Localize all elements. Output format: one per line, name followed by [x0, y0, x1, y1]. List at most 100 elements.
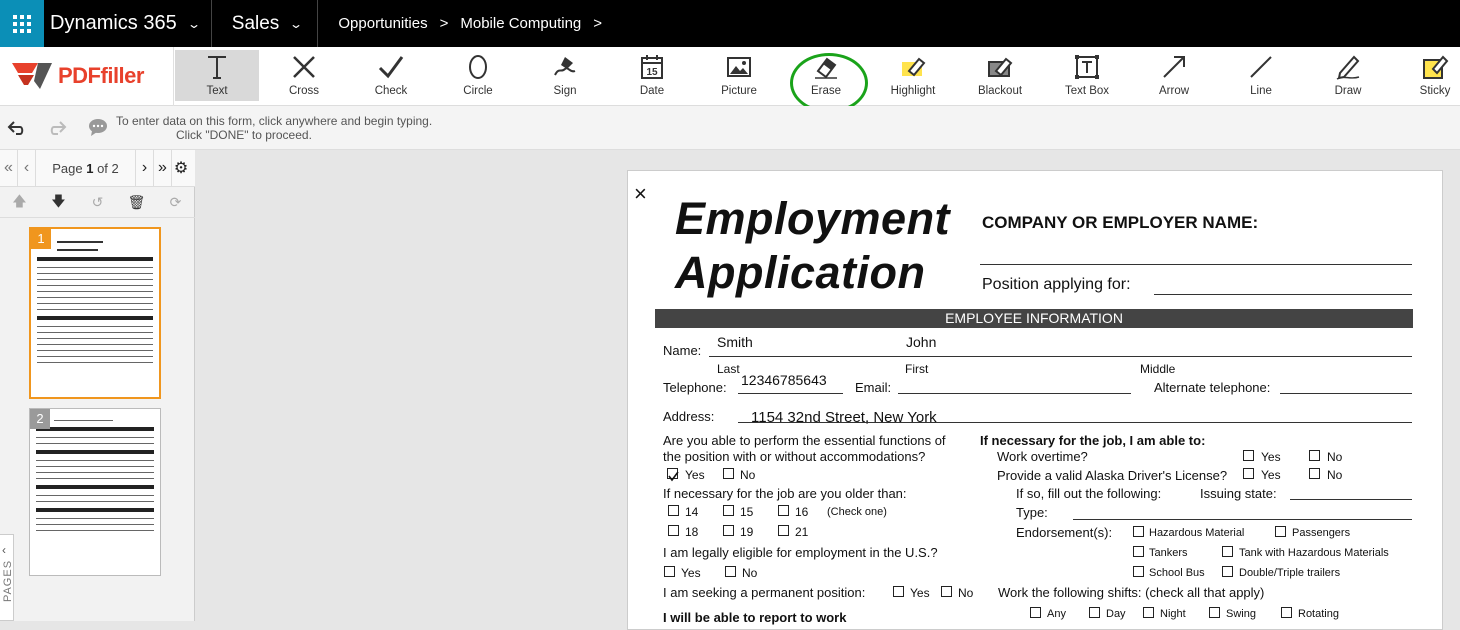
endorsement-passengers-checkbox[interactable] — [1275, 526, 1286, 537]
app-launcher-button[interactable] — [0, 0, 44, 47]
page-thumbnail-2[interactable]: 2 — [29, 408, 161, 576]
thumbnail-preview — [36, 415, 154, 569]
eligible-yes-checkbox[interactable] — [664, 566, 675, 577]
page-of: of — [97, 160, 108, 176]
age-19-checkbox[interactable] — [723, 525, 734, 536]
last-name-value[interactable]: Smith — [717, 334, 753, 350]
page-thumbnails-panel: « ‹ Page 1 of 2 › » ⚙ 🡅 🡇 ↺ 🗑 ⟳ 1 2 — [0, 149, 195, 621]
app-title-menu[interactable]: Dynamics 365 ⌄ — [44, 0, 211, 47]
position-field-line[interactable] — [1154, 294, 1412, 295]
license-no-checkbox[interactable] — [1309, 468, 1320, 479]
app-title: Dynamics 365 — [50, 12, 177, 34]
pdf-document-page[interactable]: × Employment Application COMPANY OR EMPL… — [627, 170, 1443, 630]
redo-icon[interactable] — [48, 118, 68, 138]
breadcrumb-record[interactable]: Mobile Computing — [460, 15, 581, 32]
age-14-label: 14 — [685, 505, 699, 519]
prev-page-button[interactable]: ‹ — [18, 149, 36, 187]
fill-following-label: If so, fill out the following: — [1016, 486, 1162, 501]
age-15-label: 15 — [740, 505, 754, 519]
tool-label: Sign — [553, 85, 577, 97]
first-name-value[interactable]: John — [906, 334, 936, 350]
close-icon[interactable]: × — [634, 181, 647, 207]
tool-label: Cross — [288, 85, 320, 97]
refresh-icon[interactable]: ⟳ — [156, 194, 195, 211]
erase-highlight-ring — [790, 53, 868, 113]
tool-label: Highlight — [890, 85, 936, 97]
age-18-checkbox[interactable] — [668, 525, 679, 536]
age-15-checkbox[interactable] — [723, 505, 734, 516]
move-up-icon[interactable]: 🡅 — [0, 191, 39, 215]
first-page-button[interactable]: « — [0, 149, 18, 187]
age-21-checkbox[interactable] — [778, 525, 789, 536]
tool-date[interactable]: 15 Date — [610, 50, 694, 101]
endorsement-double-triple-checkbox[interactable] — [1222, 566, 1233, 577]
issuing-state-label: Issuing state: — [1200, 486, 1277, 501]
tool-sign[interactable]: Sign — [523, 50, 607, 101]
hint-line-1: To enter data on this form, click anywhe… — [116, 114, 433, 128]
tool-check[interactable]: Check — [349, 50, 433, 101]
able-to-header: If necessary for the job, I am able to: — [980, 433, 1206, 448]
tool-textbox[interactable]: Text Box — [1045, 50, 1129, 101]
tool-blackout[interactable]: Blackout — [958, 50, 1042, 101]
email-field-line[interactable] — [898, 393, 1131, 394]
rotate-icon[interactable]: ↺ — [78, 194, 117, 211]
module-menu[interactable]: Sales ⌄ — [212, 0, 318, 47]
shift-swing-checkbox[interactable] — [1209, 607, 1220, 618]
shift-night-checkbox[interactable] — [1143, 607, 1154, 618]
permanent-no-checkbox[interactable] — [941, 586, 952, 597]
shift-any-checkbox[interactable] — [1030, 607, 1041, 618]
tool-cross[interactable]: Cross — [262, 50, 346, 101]
page-indicator[interactable]: Page 1 of 2 — [36, 149, 136, 187]
type-field-line[interactable] — [1073, 519, 1412, 520]
settings-gear-icon[interactable]: ⚙ — [172, 150, 190, 187]
tool-sticky[interactable]: Sticky — [1393, 50, 1460, 101]
next-page-button[interactable]: › — [136, 149, 154, 187]
overtime-no-checkbox[interactable] — [1309, 450, 1320, 461]
issuing-state-line[interactable] — [1290, 499, 1412, 500]
page-thumbnail-1[interactable]: 1 — [29, 227, 161, 399]
delete-icon[interactable]: 🗑 — [117, 194, 156, 211]
endorsement-school-bus-checkbox[interactable] — [1133, 566, 1144, 577]
overtime-yes-checkbox[interactable] — [1243, 450, 1254, 461]
essential-no-checkbox[interactable] — [723, 468, 734, 479]
permanent-yes-checkbox[interactable] — [893, 586, 904, 597]
chevron-right-icon[interactable]: > — [581, 15, 614, 32]
tool-label: Text Box — [1064, 85, 1110, 97]
essential-yes-checkbox[interactable] — [667, 468, 679, 482]
telephone-field-line — [738, 393, 843, 394]
shift-rotating-checkbox[interactable] — [1281, 607, 1292, 618]
shift-day-checkbox[interactable] — [1089, 607, 1100, 618]
pages-side-tab[interactable]: ‹ PAGES — [0, 534, 14, 621]
sticky-note-icon — [1423, 55, 1449, 79]
telephone-value[interactable]: 12346785643 — [741, 372, 827, 388]
toolbar-divider — [173, 47, 174, 106]
tool-line[interactable]: Line — [1219, 50, 1303, 101]
tool-text[interactable]: Text — [175, 50, 259, 101]
hint-bar: To enter data on this form, click anywhe… — [0, 106, 1460, 150]
company-field-line[interactable] — [980, 264, 1412, 265]
endorsement-hazardous-checkbox[interactable] — [1133, 526, 1144, 537]
endorsement-tank-hazmat-checkbox[interactable] — [1222, 546, 1233, 557]
age-14-checkbox[interactable] — [668, 505, 679, 516]
last-label: Last — [717, 362, 740, 376]
permanent-no-label: No — [958, 586, 974, 600]
age-16-checkbox[interactable] — [778, 505, 789, 516]
alternate-telephone-line[interactable] — [1280, 393, 1412, 394]
tool-circle[interactable]: Circle — [436, 50, 520, 101]
breadcrumb-opportunities[interactable]: Opportunities — [338, 15, 427, 32]
last-page-button[interactable]: » — [154, 149, 172, 187]
address-value[interactable]: 1154 32nd Street, New York — [751, 409, 937, 426]
chevron-down-icon: ⌄ — [289, 16, 304, 31]
tool-highlight[interactable]: Highlight — [871, 50, 955, 101]
page-navigator: « ‹ Page 1 of 2 › » ⚙ — [0, 149, 195, 187]
eligible-no-checkbox[interactable] — [725, 566, 736, 577]
age-18-label: 18 — [685, 525, 699, 539]
license-yes-checkbox[interactable] — [1243, 468, 1254, 479]
tool-draw[interactable]: Draw — [1306, 50, 1390, 101]
endorsement-tankers-checkbox[interactable] — [1133, 546, 1144, 557]
move-down-icon[interactable]: 🡇 — [39, 191, 78, 215]
page-prefix: Page — [52, 160, 83, 176]
undo-icon[interactable] — [6, 118, 26, 138]
tool-picture[interactable]: Picture — [697, 50, 781, 101]
tool-arrow[interactable]: Arrow — [1132, 50, 1216, 101]
